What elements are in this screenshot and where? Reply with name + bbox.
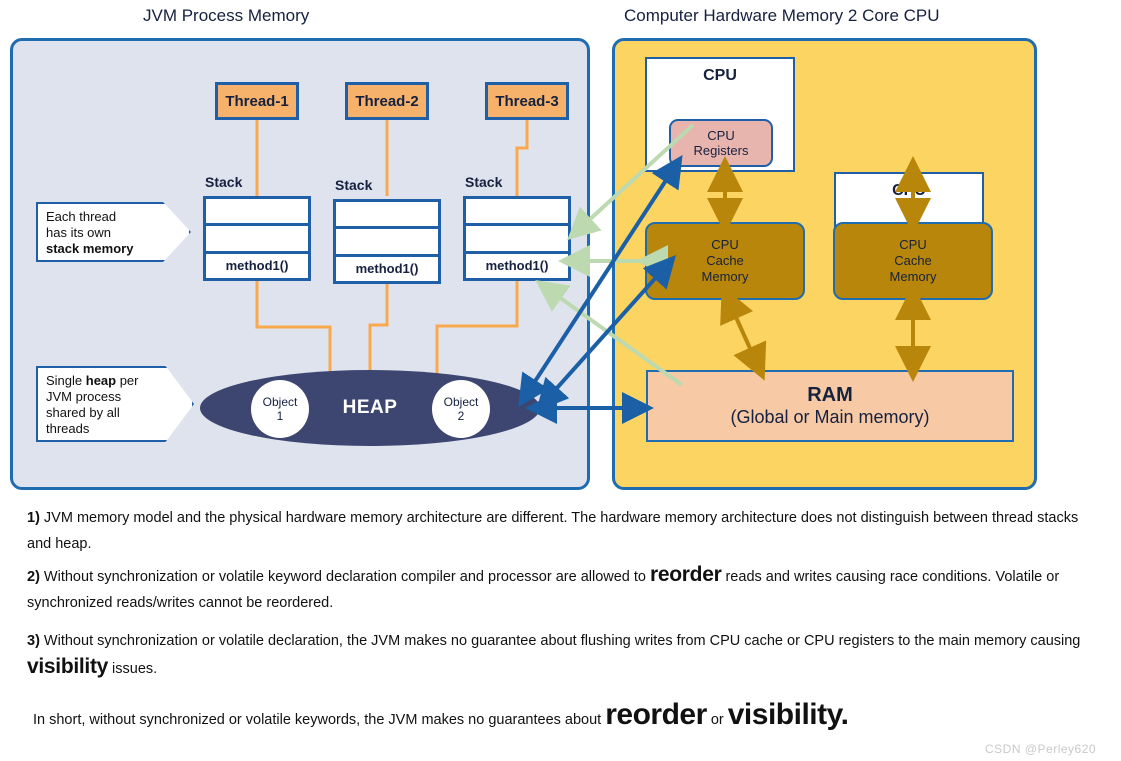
stack-box-2: method1(): [333, 199, 441, 284]
cpu-box-1: CPU CPU Registers: [645, 57, 795, 172]
note-text: Without synchronization or volatile decl…: [39, 633, 1081, 649]
callout-line: shared by all: [46, 405, 120, 420]
callout-line: has its own: [46, 225, 112, 240]
cache-line: Cache: [706, 253, 744, 268]
note-text: issues.: [108, 661, 158, 677]
stack-frame-empty: [466, 199, 568, 227]
summary-line: In short, without synchronized or volati…: [33, 700, 1093, 735]
registers-line: Registers: [693, 143, 749, 158]
cpu-registers-1: CPU Registers: [669, 119, 773, 167]
summary-word-reorder: reorder: [605, 698, 707, 731]
watermark: CSDN @Perley620: [985, 742, 1097, 756]
callout-line-bold: stack memory: [46, 241, 134, 256]
heap-object-name: Object: [443, 395, 479, 409]
stack-frame-empty: [206, 226, 308, 254]
heap-object-index: 1: [276, 409, 284, 423]
stack-box-1: method1(): [203, 196, 311, 281]
stack-frame-empty: [206, 199, 308, 227]
cache-line: Memory: [701, 269, 749, 284]
note-keyword: visibility: [27, 655, 109, 678]
heap-object-index: 2: [457, 409, 465, 423]
stack-label-2: Stack: [335, 177, 373, 193]
stack-frame-method: method1(): [485, 258, 549, 274]
cache-line: CPU: [711, 237, 739, 252]
note-text: Without synchronization or volatile keyw…: [39, 569, 651, 585]
thread-box-3: Thread-3: [485, 82, 569, 120]
heap-object-1: Object 1: [251, 380, 309, 438]
thread-label: Thread-3: [495, 92, 559, 110]
stack-frame-empty: [336, 202, 438, 230]
jvm-panel-title: JVM Process Memory: [143, 6, 310, 25]
cache-line: Cache: [894, 253, 932, 268]
ram-title: RAM: [807, 384, 853, 406]
heap-object-name: Object: [262, 395, 298, 409]
callout-line: Each thread: [46, 209, 117, 224]
cpu-cache-memory-1: CPU Cache Memory: [645, 222, 805, 300]
callout-seg: Single: [46, 373, 86, 388]
note-3: 3) Without synchronization or volatile d…: [27, 628, 1092, 682]
cache-line: Memory: [889, 269, 937, 284]
thread-box-2: Thread-2: [345, 82, 429, 120]
heap-object-2: Object 2: [432, 380, 490, 438]
stack-frame-method: method1(): [225, 258, 289, 274]
stack-frame-empty: [466, 226, 568, 254]
summary-lead: In short, without synchronized or volati…: [33, 712, 606, 728]
hardware-panel-title: Computer Hardware Memory 2 Core CPU: [624, 6, 940, 25]
stack-frame-empty: [336, 229, 438, 257]
callout-seg-bold: heap: [85, 373, 117, 388]
stack-frame-method: method1(): [355, 261, 419, 277]
cpu-title: CPU: [703, 67, 737, 84]
heap-label: HEAP: [342, 397, 398, 418]
cache-line: CPU: [899, 237, 927, 252]
ram-subtitle: (Global or Main memory): [730, 407, 930, 427]
registers-line: CPU: [707, 128, 735, 143]
callout-single-heap: Single heap per JVM process shared by al…: [36, 366, 194, 442]
note-number: 2): [27, 569, 40, 585]
thread-label: Thread-2: [355, 92, 419, 110]
cpu-title: CPU: [892, 182, 926, 199]
cpu-cache-memory-2: CPU Cache Memory: [833, 222, 993, 300]
diagram-canvas: JVM Process Memory Computer Hardware Mem…: [0, 0, 1121, 761]
thread-label: Thread-1: [225, 92, 289, 110]
summary-word-visibility: visibility.: [727, 698, 849, 731]
callout-line: JVM process: [46, 389, 122, 404]
ram-box: RAM (Global or Main memory): [646, 370, 1014, 442]
note-number: 1): [27, 510, 40, 526]
note-keyword: reorder: [650, 563, 722, 586]
callout-stack-memory: Each thread has its own stack memory: [36, 202, 191, 262]
thread-box-1: Thread-1: [215, 82, 299, 120]
stack-box-3: method1(): [463, 196, 571, 281]
note-1: 1) JVM memory model and the physical har…: [27, 505, 1092, 557]
note-2: 2) Without synchronization or volatile k…: [27, 562, 1092, 616]
stack-label-3: Stack: [465, 174, 503, 190]
note-number: 3): [27, 633, 40, 649]
stack-label-1: Stack: [205, 174, 243, 190]
summary-joiner: or: [706, 712, 728, 728]
callout-line: threads: [46, 421, 90, 436]
note-text: JVM memory model and the physical hardwa…: [27, 510, 1079, 552]
callout-seg: per: [116, 373, 139, 388]
